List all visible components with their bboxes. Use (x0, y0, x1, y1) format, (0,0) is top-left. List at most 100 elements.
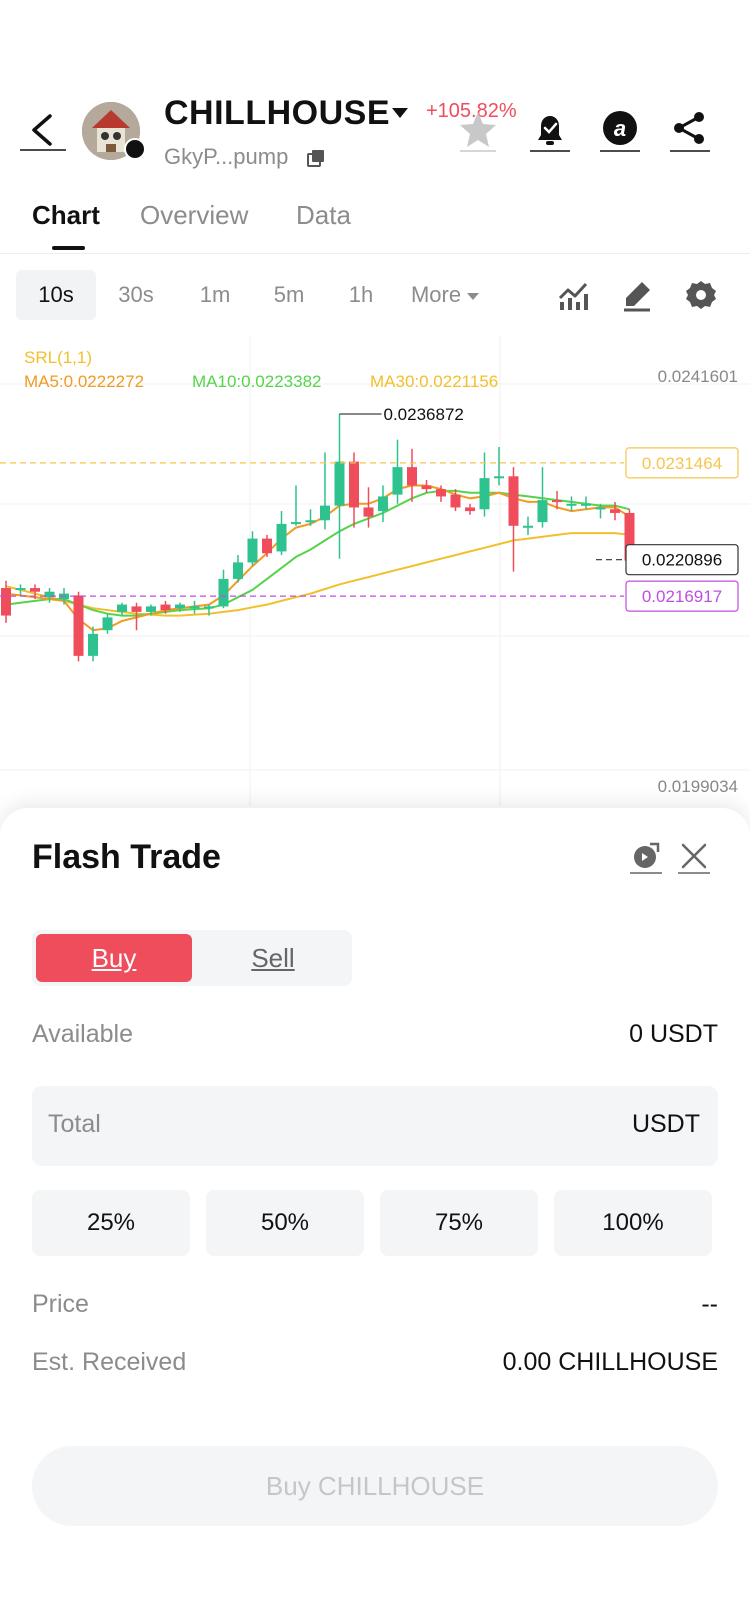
interval-more-label: More (410, 282, 462, 307)
candle (378, 496, 388, 512)
candle (233, 562, 243, 579)
copy-icon[interactable] (306, 148, 326, 168)
candle (146, 606, 156, 612)
candle (320, 505, 330, 521)
price-tag-label: 0.0220896 (642, 551, 722, 570)
available-label: Available (32, 1020, 134, 1048)
percent-50-button[interactable]: 50% (206, 1190, 364, 1256)
max-marker-label: 0.0236872 (384, 405, 464, 424)
price-label: Price (32, 1290, 89, 1318)
interval-more[interactable]: More (400, 270, 490, 320)
candle (581, 503, 591, 506)
candle (595, 507, 606, 510)
candle (363, 507, 374, 517)
candle (189, 606, 200, 609)
total-placeholder: Total (48, 1110, 101, 1138)
price-value: -- (701, 1290, 718, 1318)
draw-icon[interactable] (620, 278, 654, 312)
candle (1, 588, 11, 616)
candle (566, 503, 577, 506)
back-icon[interactable] (18, 112, 68, 152)
candlestick-plot: 0.0241601 0.0199034 0.0236872 0.0231464 0.02… (0, 336, 750, 806)
tab-chart[interactable]: Chart (32, 200, 100, 231)
interval-1h[interactable]: 1h (326, 270, 396, 320)
candle (160, 604, 171, 611)
tab-active-indicator (52, 246, 85, 250)
y-axis-low-label: 0.0199034 (658, 777, 738, 796)
tab-overview[interactable]: Overview (140, 200, 248, 231)
price-tag-label: 0.0231464 (642, 454, 722, 473)
candle (334, 461, 345, 506)
close-icon[interactable] (676, 838, 712, 874)
available-value: 0 USDT (629, 1020, 718, 1048)
candle (15, 588, 26, 591)
candle (494, 476, 504, 479)
est-received-label: Est. Received (32, 1348, 187, 1376)
main-tabs: Chart Overview Data (0, 190, 750, 254)
contract-address: GkyP...pump (164, 144, 289, 169)
caret-down-icon (467, 292, 480, 300)
interval-10s[interactable]: 10s (16, 270, 96, 320)
total-unit: USDT (631, 1110, 700, 1138)
candle (175, 604, 185, 609)
candle (523, 525, 533, 528)
indicator-label: SRL(1,1) (24, 348, 93, 367)
chain-badge-icon (124, 138, 146, 160)
candle (102, 617, 113, 631)
token-header: CHILLHOUSE +105.82% GkyP...pump a (0, 90, 750, 180)
indicator-icon[interactable] (556, 278, 590, 312)
interval-bar: 10s 30s 1m 5m 1h More (0, 270, 750, 326)
settings-icon[interactable] (684, 278, 718, 312)
candle (436, 489, 446, 497)
percent-25-button[interactable]: 25% (32, 1190, 190, 1256)
candle (450, 494, 461, 508)
sell-tab[interactable]: Sell (198, 934, 348, 982)
candle (421, 485, 432, 490)
interval-5m[interactable]: 5m (254, 270, 324, 320)
candle (88, 633, 98, 656)
svg-text:a: a (614, 116, 626, 141)
price-chart[interactable]: SRL(1,1) MA5:0.0222272 MA10:0.0223382 MA… (0, 336, 750, 806)
token-name[interactable]: CHILLHOUSE (164, 94, 390, 133)
tab-data[interactable]: Data (296, 200, 351, 231)
interval-1m[interactable]: 1m (180, 270, 250, 320)
total-input[interactable]: Total USDT (32, 1086, 718, 1166)
flash-trade-sheet: Flash Trade Buy Sell Available 0 USDT To… (0, 808, 750, 1624)
star-icon[interactable] (456, 108, 500, 152)
candle (218, 578, 229, 607)
candle (30, 588, 40, 592)
candle (479, 478, 490, 510)
candle (73, 595, 84, 656)
chevron-down-icon[interactable] (392, 108, 408, 118)
candle (552, 500, 562, 503)
percent-75-button[interactable]: 75% (380, 1190, 538, 1256)
candle (610, 509, 620, 513)
candle (262, 538, 272, 554)
candle (508, 476, 519, 526)
candle (276, 523, 287, 552)
buy-token-button[interactable]: Buy CHILLHOUSE (32, 1446, 718, 1526)
ma30-label: MA30:0.0221156 (370, 372, 499, 391)
bell-icon[interactable] (528, 108, 572, 152)
ma5-label: MA5:0.0222272 (24, 372, 145, 391)
sheet-title: Flash Trade (32, 838, 221, 876)
buy-tab[interactable]: Buy (36, 934, 192, 982)
ma10-label: MA10:0.0223382 (192, 372, 322, 391)
interval-30s[interactable]: 30s (100, 270, 172, 320)
price-tag-label: 0.0216917 (642, 587, 722, 606)
candle (407, 467, 417, 486)
ma10-line (5, 489, 630, 617)
percent-100-button[interactable]: 100% (554, 1190, 712, 1256)
candle (204, 606, 214, 609)
at-icon[interactable]: a (598, 108, 642, 152)
candle (349, 461, 359, 508)
refresh-settings-icon[interactable] (628, 838, 664, 874)
share-icon[interactable] (668, 108, 712, 152)
y-axis-high-label: 0.0241601 (658, 367, 738, 386)
candle (247, 538, 258, 563)
candle (131, 606, 142, 612)
candle (465, 507, 475, 512)
candle (305, 520, 316, 523)
candle (291, 522, 301, 525)
buy-sell-toggle: Buy Sell (32, 930, 352, 986)
